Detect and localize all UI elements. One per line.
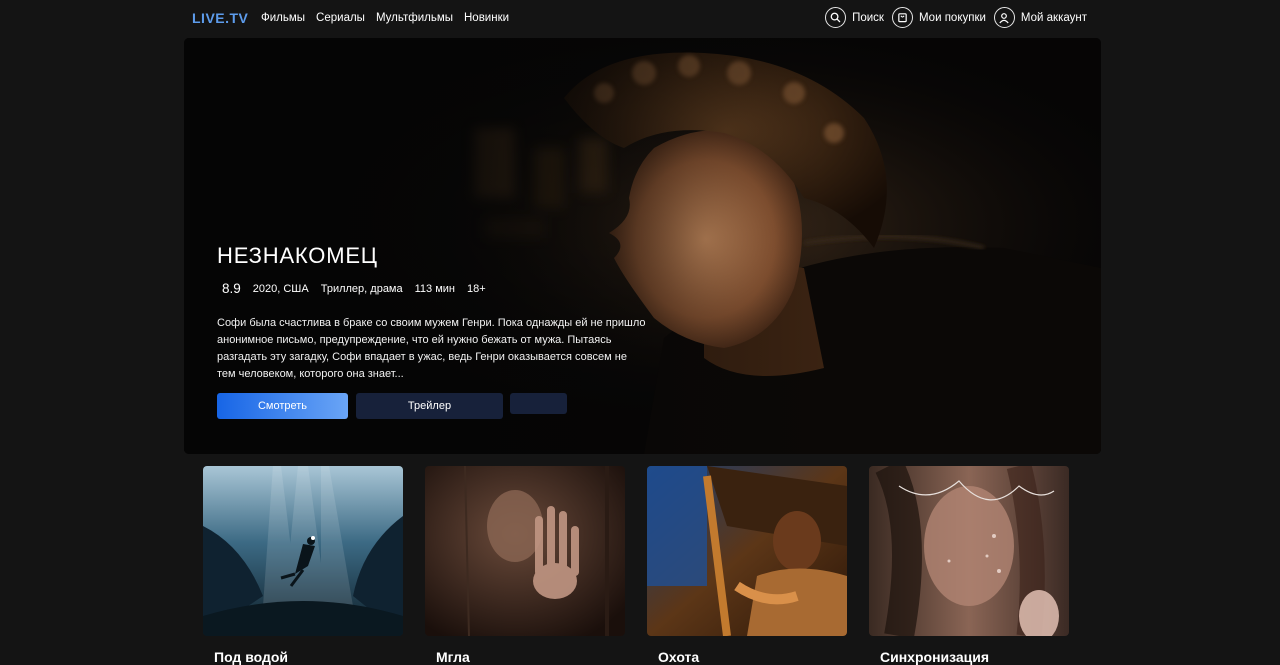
nav-item-new[interactable]: Новинки [464, 12, 509, 24]
search-button[interactable]: Поиск [825, 7, 884, 28]
user-icon [993, 7, 1015, 28]
movie-thumbnail-hunt [647, 466, 847, 636]
movie-thumbnail-underwater [203, 466, 403, 636]
duration: 113 мин [414, 282, 455, 295]
movie-card[interactable]: Охота [647, 466, 847, 665]
purchases-label: Мои покупки [918, 11, 986, 24]
nav-item-cartoons[interactable]: Мультфильмы [376, 12, 453, 24]
bag-icon [891, 7, 913, 28]
search-icon [825, 7, 847, 28]
movie-card[interactable]: Мгла [425, 466, 625, 665]
movie-title: Под водой [214, 649, 289, 665]
hero-buttons: Смотреть Трейлер [217, 393, 657, 419]
nav-item-films[interactable]: Фильмы [261, 12, 305, 24]
hero-description: Софи была счастлива в браке со своим муж… [217, 317, 646, 380]
movie-title: Охота [658, 649, 700, 665]
year-country: 2020, США [252, 282, 309, 295]
movie-card[interactable]: Синхронизация [869, 466, 1069, 665]
rating-value: 8.9 [222, 281, 241, 296]
main-nav: Фильмы Сериалы Мультфильмы Новинки [261, 12, 509, 24]
account-label: Мой аккаунт [1020, 11, 1087, 24]
account-button[interactable]: Мой аккаунт [993, 7, 1087, 28]
movie-thumbnail-sync [869, 466, 1069, 636]
hero-content: НЕЗНАКОМЕЦ 8.9 2020, США Триллер, драма … [217, 243, 657, 419]
genres: Триллер, драма [320, 282, 403, 295]
watch-button[interactable]: Смотреть [217, 393, 348, 419]
hero-title: НЕЗНАКОМЕЦ [217, 243, 378, 268]
nav-item-series[interactable]: Сериалы [316, 12, 365, 24]
trailer-button[interactable]: Трейлер [356, 393, 503, 419]
movie-title: Мгла [436, 649, 470, 665]
hero-banner: НЕЗНАКОМЕЦ 8.9 2020, США Триллер, драма … [184, 38, 1101, 454]
more-button[interactable] [510, 393, 567, 414]
search-label: Поиск [852, 11, 884, 24]
purchases-button[interactable]: Мои покупки [891, 7, 986, 28]
movie-thumbnail-mist [425, 466, 625, 636]
movie-card[interactable]: Под водой [203, 466, 403, 665]
age-rating: 18+ [467, 282, 486, 295]
movie-title: Синхронизация [880, 649, 990, 665]
hero-meta: 8.9 2020, США Триллер, драма 113 мин 18+ [217, 281, 657, 296]
movie-list: Под водой Мгла Охота Синхронизация [203, 466, 1069, 665]
header-actions: Поиск Мои покупки Мой аккаунт [825, 7, 1087, 28]
top-bar: LIVE.TV Фильмы Сериалы Мультфильмы Новин… [0, 0, 1280, 38]
logo[interactable]: LIVE.TV [192, 10, 248, 26]
